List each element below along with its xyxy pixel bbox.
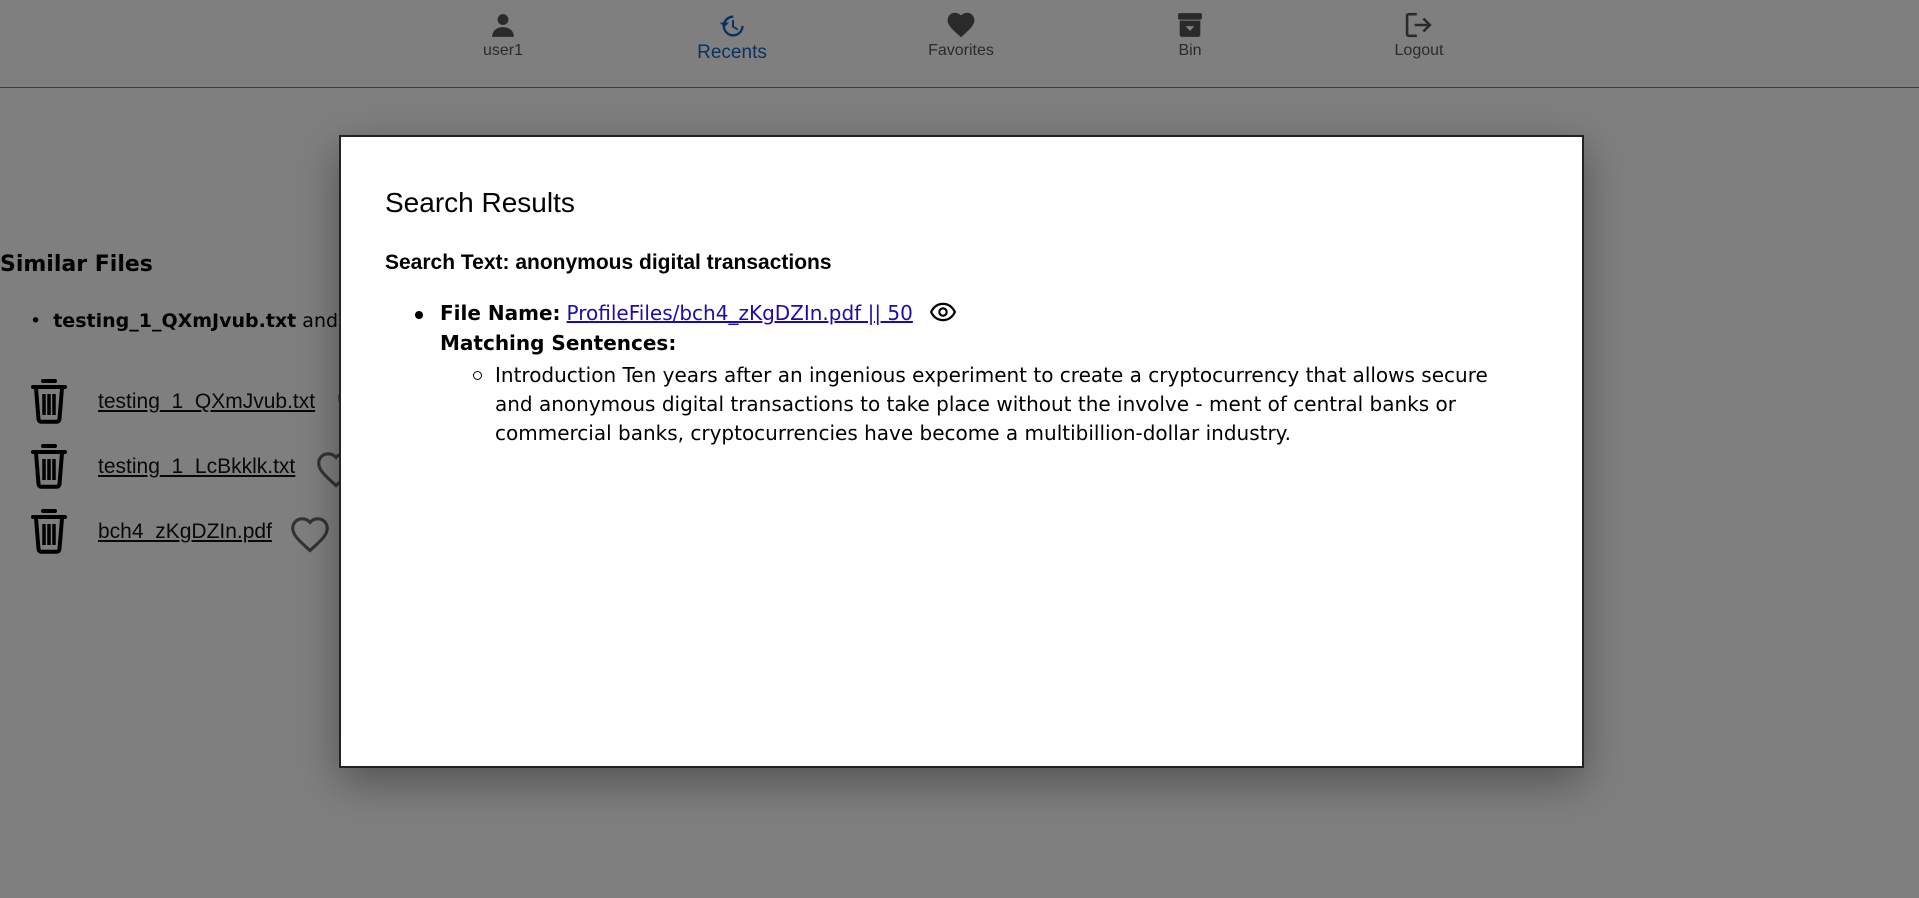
sentence-text: Introduction Ten years after an ingeniou… <box>495 363 1488 445</box>
sentence-item: Introduction Ten years after an ingeniou… <box>473 361 1525 448</box>
modal-title: Search Results <box>385 187 575 218</box>
sentences-list: Introduction Ten years after an ingeniou… <box>440 361 1525 448</box>
eye-icon[interactable] <box>929 302 956 322</box>
bullet-circle <box>473 371 482 380</box>
results-list: File Name: ProfileFiles/bch4_zKgDZIn.pdf … <box>385 301 1525 448</box>
search-text: Search Text: anonymous digital transacti… <box>385 251 832 274</box>
search-results-modal: Search Results Search Text: anonymous di… <box>339 135 1584 768</box>
matching-sentences-label: Matching Sentences: <box>440 331 677 355</box>
file-name-label: File Name: <box>440 301 561 325</box>
result-file-link[interactable]: ProfileFiles/bch4_zKgDZIn.pdf || 50 <box>567 301 913 325</box>
bullet <box>415 311 423 319</box>
result-item: File Name: ProfileFiles/bch4_zKgDZIn.pdf … <box>385 301 1525 448</box>
